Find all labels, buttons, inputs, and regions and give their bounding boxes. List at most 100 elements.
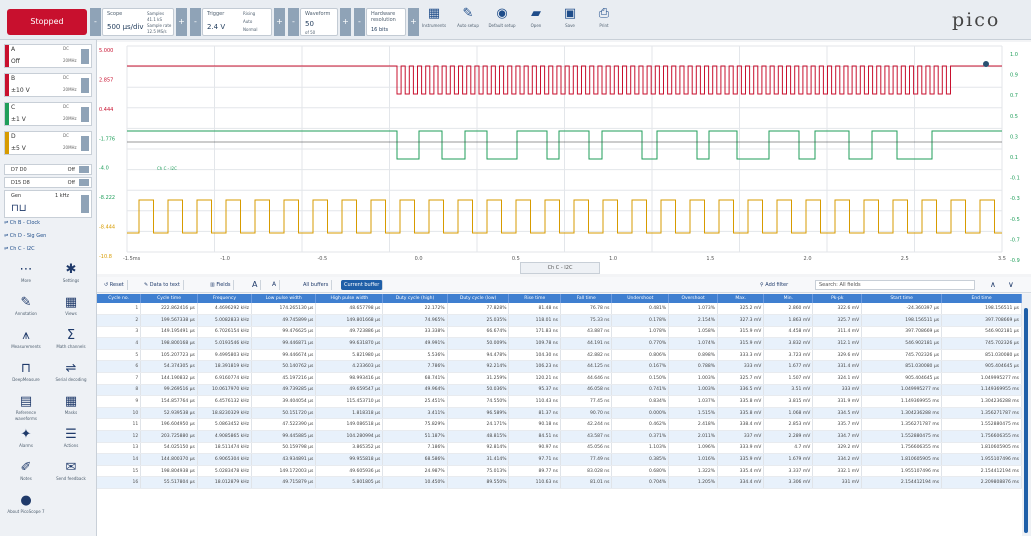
save-button[interactable]: ▣ Save (554, 6, 586, 36)
table-row[interactable]: 7 144.190832 µs 6.9160774 kHz 45.197216 µs 9… (97, 372, 1022, 385)
channel-toggle[interactable] (81, 107, 89, 122)
column-header[interactable]: Low pulse width (251, 294, 317, 303)
table-row[interactable]: 16 55.517804 µs 18.012879 kHz 49.715879 µs 5… (97, 476, 1022, 489)
table-row[interactable]: 3 149.195491 µs 6.7026154 kHz 99.476625 µs 4… (97, 326, 1022, 339)
add-filter-button[interactable]: ⚲ Add filter (757, 280, 791, 290)
run-stop-button[interactable]: Stopped (7, 9, 87, 35)
column-header[interactable]: Max. (717, 294, 765, 303)
font-smaller-button[interactable]: A (269, 280, 281, 290)
current-buffer-button[interactable]: Current buffer (341, 280, 384, 290)
waveform-plus-button[interactable]: + (340, 8, 351, 36)
waveform-minus-button[interactable]: - (288, 8, 299, 36)
table-row[interactable]: 6 54.374305 µs 18.391819 kHz 50.140762 µs 4.… (97, 360, 1022, 374)
digital-d15-d8[interactable]: D15 D8 Off (4, 177, 92, 188)
font-larger-button[interactable]: A (249, 280, 262, 290)
trigger-minus-button[interactable]: - (190, 8, 201, 36)
signal-generator[interactable]: Gen 1 kHz ⊓⊔ (4, 190, 92, 218)
column-header[interactable]: Duty cycle (low) (447, 294, 510, 303)
channel-toggle[interactable] (81, 78, 89, 93)
resolution-control[interactable]: Hardware resolution 16 bits (366, 8, 406, 36)
table-row[interactable]: 9 154.857764 µs 6.4576132 kHz 39.404054 µs 1… (97, 395, 1022, 408)
waveform-plot[interactable]: 5.000 2.857 0.444 -1.776 -4.0 -8.222 -8.444 -10… (97, 42, 1031, 262)
channel-toggle[interactable] (81, 49, 89, 64)
column-header[interactable]: End time (941, 294, 1022, 303)
table-row[interactable]: 14 144.800370 µs 6.9065304 kHz 43.934891 µs… (97, 453, 1022, 466)
table-row[interactable]: 8 99.269516 µs 10.0617970 kHz 49.739285 µs 4… (97, 384, 1022, 397)
table-row[interactable]: 2 199.567338 µs 5.0082833 kHz 49.745899 µs 1… (97, 314, 1022, 327)
column-header[interactable]: Cycle time (140, 294, 198, 303)
column-header[interactable]: Min. (763, 294, 814, 303)
collapse-down-icon[interactable]: ∨ (1005, 280, 1017, 290)
channel-toggle[interactable] (81, 136, 89, 151)
table-row[interactable]: 15 198.804938 µs 5.0283478 kHz 149.172003 µ… (97, 465, 1022, 478)
masks-button[interactable]: ▦ Masks (51, 394, 91, 423)
table-row[interactable]: 4 198.800168 µs 5.0193546 kHz 99.446871 µs 9… (97, 337, 1022, 350)
timebase-plus-button[interactable]: + (176, 8, 187, 36)
table-row[interactable]: 12 203.725880 µs 4.9085865 kHz 99.445885 µs… (97, 430, 1022, 443)
math-ch-b-clock[interactable]: ⇌ Ch B - Clock (4, 220, 40, 226)
math-ch-d-sig-gen[interactable]: ⇌ Ch D - Sig Gen (4, 233, 46, 239)
resolution-minus-button[interactable]: - (354, 8, 365, 36)
channel-a[interactable]: A Off DC 20MHz (4, 44, 92, 68)
digital-d7-d0[interactable]: D7 D0 Off (4, 164, 92, 175)
table-row[interactable]: 13 54.025150 µs 18.511474 kHz 50.159798 µs 3… (97, 442, 1022, 455)
scrollbar-thumb[interactable] (1024, 308, 1028, 533)
all-buffers-button[interactable]: All buffers (300, 280, 333, 290)
channel-range[interactable]: ±5 V (11, 145, 26, 152)
instruments-button[interactable]: ▦ Instruments (418, 6, 450, 36)
serial-decoding-button[interactable]: ⇌ Serial decoding (51, 361, 91, 390)
open-button[interactable]: ▰ Open (520, 6, 552, 36)
table-row[interactable]: 11 196.604950 µs 5.0863452 kHz 47.522390 µs… (97, 418, 1022, 432)
column-header[interactable]: Cycle no. (97, 294, 142, 303)
channel-range[interactable]: ±10 V (11, 87, 30, 94)
scope-view[interactable]: 5.000 2.857 0.444 -1.776 -4.0 -8.222 -8.444 -10… (97, 42, 1031, 274)
reference-waveforms-button[interactable]: ▤ Reference waveforms (6, 394, 46, 423)
more-button[interactable]: ⋯ More (6, 262, 46, 291)
data-to-text-button[interactable]: ✎ Data to text (141, 280, 184, 290)
settings-button[interactable]: ✱ Settings (51, 262, 91, 291)
send-feedback-button[interactable]: ✉ Send feedback (51, 460, 91, 489)
timebase-minus-button[interactable]: - (90, 8, 101, 36)
deepmeasure-button[interactable]: ⊓ DeepMeasure (6, 361, 46, 390)
column-header[interactable]: Undershoot (611, 294, 670, 303)
search-field[interactable]: Search: All fields (815, 280, 975, 290)
zoom-marker-icon[interactable] (983, 61, 989, 67)
channel-range[interactable]: Off (11, 58, 20, 65)
digital-toggle[interactable] (79, 166, 89, 173)
column-header[interactable]: Pk-pk (812, 294, 863, 303)
waveform-control[interactable]: Waveform 50 of 50 (300, 8, 338, 36)
column-header[interactable]: Fall time (560, 294, 613, 303)
table-row[interactable]: 1 222.862416 µs 4.4696292 kHz 174.265130 µs… (97, 303, 1022, 316)
measurements-button[interactable]: ⩚ Measurements (6, 328, 46, 357)
reset-button[interactable]: ↺ Reset (101, 280, 128, 290)
math-channels-button[interactable]: Σ Math channels (51, 328, 91, 357)
table-row[interactable]: 5 105.207723 µs 9.4995803 kHz 99.446674 µs 5… (97, 349, 1022, 362)
default-setup-button[interactable]: ◉ Default setup (486, 6, 518, 36)
channel-tab[interactable]: Ch C - I2C (520, 262, 600, 274)
column-header[interactable]: Overshoot (668, 294, 719, 303)
column-header[interactable]: Rise time (508, 294, 561, 303)
table-scrollbar[interactable] (1022, 294, 1031, 536)
timebase-control[interactable]: Scope 500 µs/div Samples 41.1 kS Sample … (102, 8, 174, 36)
column-header[interactable]: Start time (861, 294, 943, 303)
annotation-button[interactable]: ✎ Annotation (6, 295, 46, 324)
table-row[interactable]: 10 52.939538 µs 18.8230329 kHz 50.151720 µs… (97, 407, 1022, 420)
channel-c[interactable]: C ±1 V DC 20MHz (4, 102, 92, 126)
column-header[interactable]: High pulse width (315, 294, 384, 303)
trigger-plus-button[interactable]: + (274, 8, 285, 36)
views-button[interactable]: ▦ Views (51, 295, 91, 324)
channel-b[interactable]: B ±10 V DC 20MHz (4, 73, 92, 97)
fields-button[interactable]: ▥ Fields (207, 280, 235, 290)
generator-toggle[interactable] (81, 195, 89, 213)
column-header[interactable]: Frequency (197, 294, 252, 303)
measurements-table[interactable]: Cycle no. Cycle time Frequency Low pulse wi… (97, 294, 1022, 536)
channel-d[interactable]: D ±5 V DC 20MHz (4, 131, 92, 155)
print-button[interactable]: ⎙ Print (588, 6, 620, 36)
actions-button[interactable]: ☰ Actions (51, 427, 91, 456)
column-header[interactable]: Duty cycle (high) (382, 294, 448, 303)
notes-button[interactable]: ✐ Notes (6, 460, 46, 489)
alarms-button[interactable]: ✦ Alarms (6, 427, 46, 456)
digital-toggle[interactable] (79, 179, 89, 186)
math-ch-c-i2c[interactable]: ⇌ Ch C - I2C (4, 246, 35, 252)
channel-range[interactable]: ±1 V (11, 116, 26, 123)
